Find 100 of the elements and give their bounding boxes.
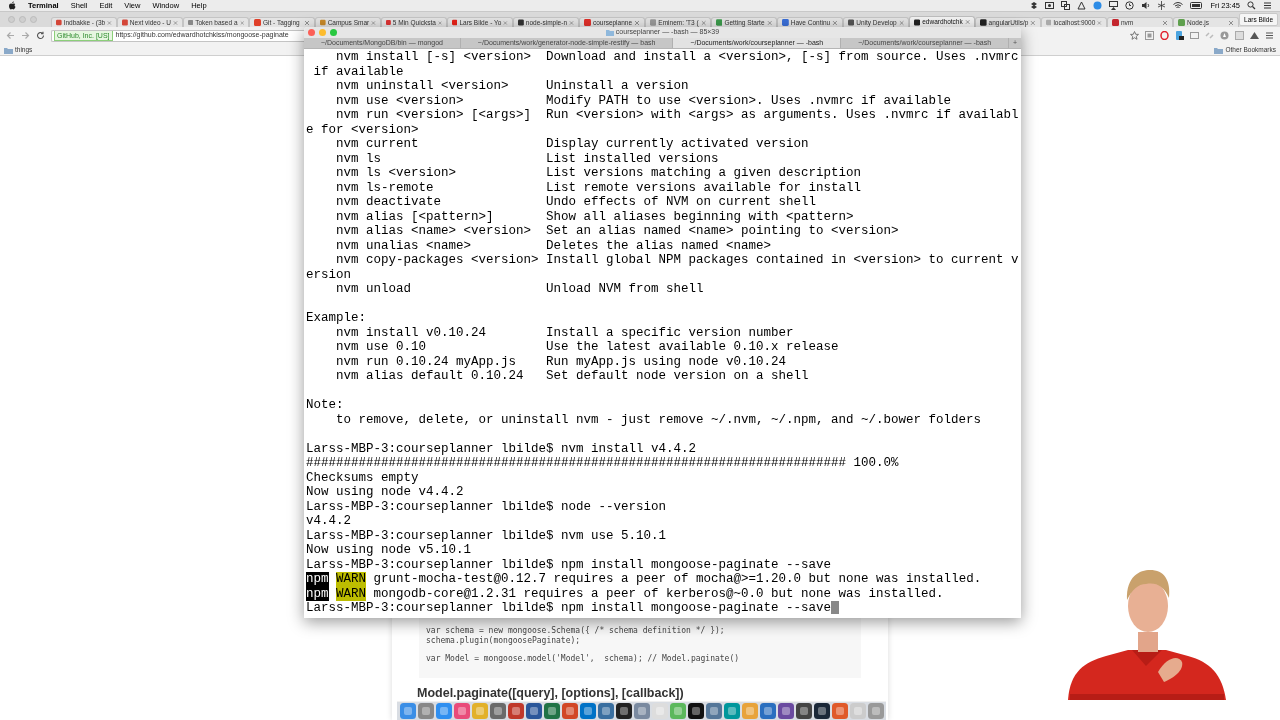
- terminal-line: v4.4.2: [306, 514, 352, 529]
- terminal-line: Example:: [306, 311, 367, 326]
- close-icon[interactable]: [634, 19, 640, 26]
- terminal-line: ######################################################################## 100.0%: [306, 456, 900, 471]
- terminal-line: Larss-MBP-3:courseplanner lbilde$ nvm install v4.4.2: [306, 441, 698, 456]
- terminal-line: nvm run <version> [<args>] Run <version> with <args> as arguments. Uses .nvmrc if availabl: [335, 108, 1020, 123]
- terminal-line: nvm uninstall <version> Uninstall a version: [335, 79, 690, 94]
- favicon-icon: [320, 19, 326, 26]
- favicon-icon: [56, 19, 62, 26]
- zoom-button[interactable]: [330, 29, 337, 36]
- terminal-line: Larss-MBP-3:courseplanner lbilde$ nvm use 5.10.1: [306, 528, 668, 543]
- close-button[interactable]: [308, 29, 315, 36]
- reload-icon[interactable]: [36, 31, 45, 40]
- folder-icon: [605, 29, 614, 36]
- close-icon[interactable]: [569, 19, 574, 26]
- ring-icon[interactable]: [1160, 31, 1169, 40]
- terminal-line: nvm ls List installed versions: [335, 151, 720, 166]
- folder-icon: [1214, 46, 1224, 54]
- favicon-icon: [848, 19, 855, 26]
- camera-icon[interactable]: [1045, 1, 1055, 10]
- terminal-line: if available: [312, 64, 405, 79]
- favicon-icon: [1178, 19, 1185, 26]
- favicon-icon: [584, 19, 591, 26]
- favicon-icon: [1112, 19, 1119, 26]
- npm-tag: npm: [306, 572, 329, 587]
- terminal-line: nvm use 0.10 Use the latest available 0.10.x release: [335, 340, 840, 355]
- code-line: schema.plugin(mongoosePaginate);: [426, 636, 582, 646]
- terminal-line: nvm install [-s] <version> Download and install a <version>, [-s] from source. Uses .nvmrc: [335, 50, 1020, 65]
- terminal-line: ersion: [306, 267, 352, 282]
- favicon-icon: [650, 19, 657, 26]
- app-icon[interactable]: [795, 703, 812, 719]
- warn-tag: WARN: [336, 572, 367, 587]
- search-icon[interactable]: [1247, 1, 1256, 10]
- terminal-line: nvm alias default 0.10.24 Set default node version on a shell: [335, 369, 810, 384]
- favicon-icon: [386, 19, 391, 26]
- back-arrow-icon[interactable]: [6, 31, 15, 40]
- close-icon[interactable]: [1097, 19, 1102, 26]
- extension-icon[interactable]: [1175, 31, 1184, 40]
- volume-icon[interactable]: [1141, 1, 1151, 10]
- terminal-line: Larss-MBP-3:courseplanner lbilde$ npm install mongoose-paginate --save: [306, 557, 833, 572]
- windows-icon[interactable]: [1061, 1, 1071, 10]
- close-icon[interactable]: [107, 19, 112, 26]
- close-icon[interactable]: [437, 19, 442, 26]
- terminal-line: mongodb-core@1.2.31 requires a peer of kerberos@~0.0 but none was installed.: [373, 586, 944, 601]
- terminal-line: Now using node v5.10.1: [306, 543, 473, 558]
- star-icon[interactable]: [1130, 31, 1139, 40]
- bluetooth-icon[interactable]: [1157, 1, 1167, 10]
- favicon-icon: [452, 19, 458, 26]
- close-icon[interactable]: [1162, 19, 1168, 26]
- terminal-line: grunt-mocha-test@0.12.7 requires a peer of mocha@>=1.20.0 but none was installed.: [373, 572, 982, 587]
- favicon-icon: [188, 19, 194, 26]
- status-dot-icon[interactable]: [1093, 1, 1103, 10]
- code-line: var Model = mongoose.model('Model', schema); // Model.paginate(): [426, 654, 741, 664]
- terminal-line: Checksums empty: [306, 470, 420, 485]
- close-icon[interactable]: [766, 19, 772, 26]
- section-heading: Model.paginate([query], [options], [callback]): [417, 685, 684, 702]
- triangle-icon[interactable]: [1077, 1, 1087, 10]
- close-icon[interactable]: [832, 19, 838, 26]
- close-icon[interactable]: [964, 19, 970, 25]
- close-icon[interactable]: [1228, 19, 1234, 26]
- wifi-icon[interactable]: [1173, 1, 1184, 10]
- favicon-icon: [980, 19, 987, 26]
- close-icon[interactable]: [371, 19, 376, 26]
- app-icon[interactable]: [813, 703, 830, 719]
- favicon-icon: [518, 19, 524, 26]
- battery-icon[interactable]: [1190, 1, 1204, 10]
- terminal-line: nvm copy-packages <version> Install global NPM packages contained in <version> to current v: [335, 253, 1020, 268]
- code-line: var schema = new mongoose.Schema({ /* schema definition */ });: [426, 626, 726, 636]
- terminal-line: Larss-MBP-3:courseplanner lbilde$ node --version: [306, 499, 668, 514]
- favicon-icon: [782, 19, 789, 26]
- menu-icon[interactable]: [1263, 1, 1272, 10]
- apple-icon[interactable]: [8, 1, 16, 10]
- terminal-line: nvm alias [<pattern>] Show all aliases beginning with <pattern>: [335, 209, 855, 224]
- menu-icon[interactable]: [1265, 31, 1274, 40]
- close-icon[interactable]: [173, 19, 178, 26]
- terminal-line: to remove, delete, or uninstall nvm - just remove ~/.nvm, ~/.npm, and ~/.bower folders: [335, 412, 983, 427]
- close-icon[interactable]: [898, 19, 904, 26]
- close-icon[interactable]: [503, 19, 508, 26]
- favicon-icon: [716, 19, 723, 26]
- close-icon[interactable]: [239, 19, 244, 26]
- favicon-icon: [122, 19, 128, 26]
- terminal-line: Now using node v4.4.2: [306, 485, 465, 500]
- app-icon[interactable]: [615, 703, 632, 719]
- favicon-icon: [914, 18, 921, 26]
- terminal-line: nvm unalias <name> Deletes the alias named <name>: [335, 238, 773, 253]
- folder-icon: [4, 46, 13, 54]
- terminal-line: nvm run 0.10.24 myApp.js Run myApp.js using node v0.10.24: [335, 354, 788, 369]
- favicon-icon: [1046, 19, 1052, 26]
- close-icon[interactable]: [304, 19, 310, 26]
- terminal-line: Larss-MBP-3:courseplanner lbilde$ npm install mongoose-paginate --save: [306, 601, 832, 616]
- app-icon[interactable]: [687, 703, 704, 719]
- terminal-line: nvm alias <name> <version> Set an alias named <name> pointing to <version>: [335, 224, 900, 239]
- favicon-icon: [254, 19, 261, 26]
- terminal-line: Note:: [306, 398, 345, 413]
- close-icon[interactable]: [700, 19, 706, 26]
- clock-icon[interactable]: [1125, 1, 1135, 10]
- terminal-line: nvm use <version> Modify PATH to use <version>. Uses .nvmrc if available: [335, 93, 953, 108]
- close-icon[interactable]: [1030, 19, 1036, 26]
- terminal-line: nvm current Display currently activated version: [335, 137, 810, 152]
- forward-arrow-icon[interactable]: [21, 31, 30, 40]
